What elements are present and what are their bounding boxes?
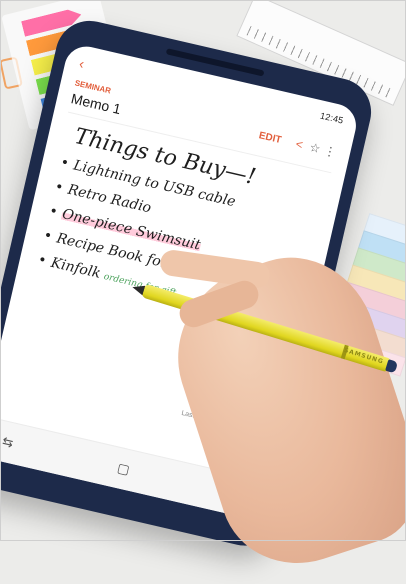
back-arrow-icon[interactable]: ‹: [78, 55, 86, 72]
share-icon[interactable]: <: [294, 137, 304, 152]
more-vertical-icon[interactable]: ⋮: [323, 143, 338, 159]
status-time: 12:45: [319, 110, 345, 126]
home-icon[interactable]: ▢: [116, 460, 131, 478]
edit-button[interactable]: EDIT: [258, 130, 283, 146]
star-icon[interactable]: ☆: [308, 140, 322, 156]
recent-apps-icon[interactable]: ⇆: [1, 433, 15, 451]
photo-scene: ‹ 12:45 SEMINAR Memo 1 EDIT < ☆ ⋮ Things…: [0, 0, 406, 584]
